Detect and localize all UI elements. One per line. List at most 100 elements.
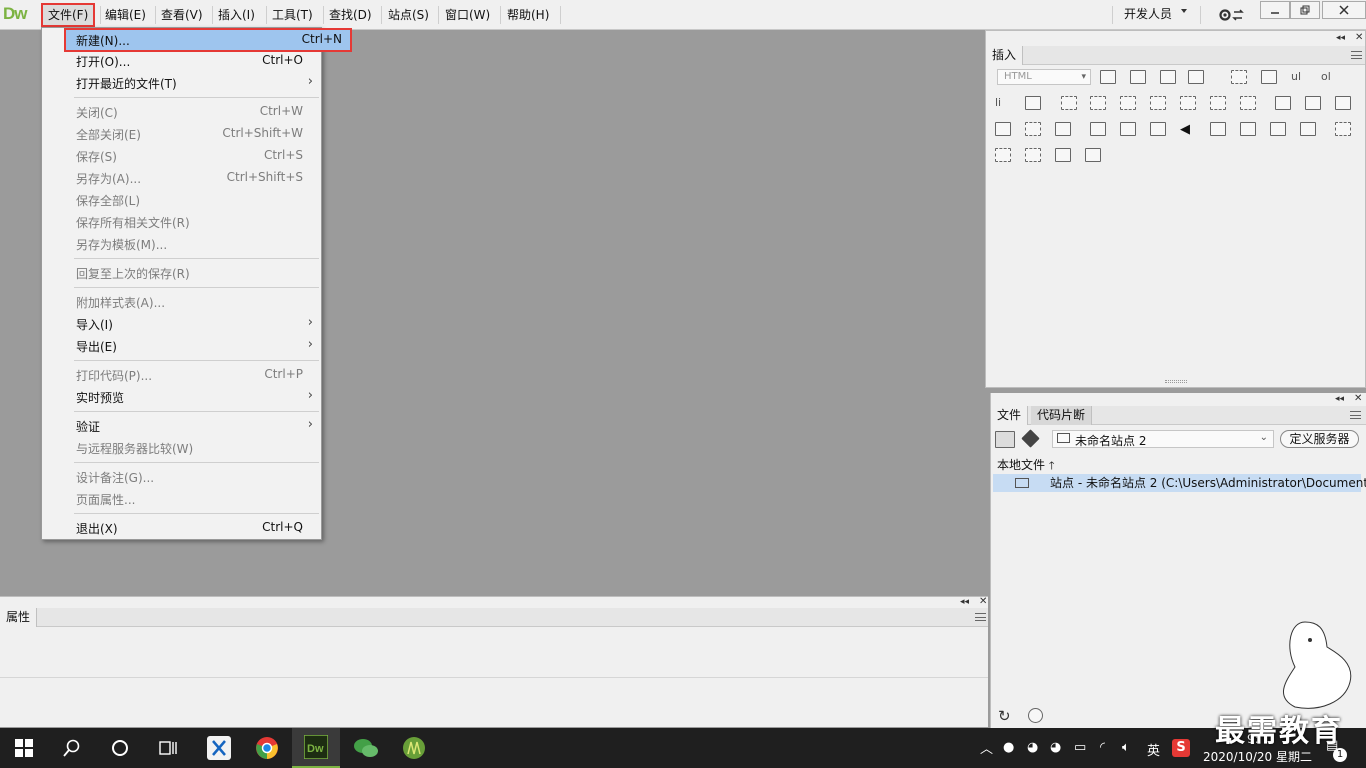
list-item-icon[interactable]: li	[995, 96, 1011, 110]
close-panel-icon[interactable]: ✕	[1354, 393, 1362, 404]
tab-snippets[interactable]: 代码片断	[1031, 406, 1093, 425]
edit-icon[interactable]	[1120, 122, 1136, 136]
collapse-panel-icon[interactable]: ◂◂	[960, 597, 969, 607]
menu-insert[interactable]: 插入(I)	[213, 5, 260, 25]
header-icon[interactable]	[1061, 96, 1077, 110]
image-icon[interactable]	[1130, 70, 1146, 84]
menu-item-export[interactable]: 导出(E) ›	[45, 335, 319, 357]
document-icon[interactable]	[1210, 122, 1226, 136]
cortana-button[interactable]	[96, 728, 144, 768]
menu-item-validate[interactable]: 验证 ›	[45, 415, 319, 437]
connect-server-icon[interactable]	[995, 431, 1015, 448]
menu-file[interactable]: 文件(F)	[40, 3, 96, 27]
site-root-row[interactable]: 站点 - 未命名站点 2 (C:\Users\Administrator\Doc…	[993, 474, 1366, 492]
cursor-icon[interactable]	[1300, 122, 1316, 136]
ordered-list-icon[interactable]: ol	[1321, 70, 1337, 84]
taskbar-app-dreamweaver[interactable]: Dw	[292, 728, 340, 768]
qq-icon[interactable]: ◕	[1027, 740, 1038, 755]
close-button[interactable]	[1322, 1, 1366, 19]
close-panel-icon[interactable]: ✕	[1355, 32, 1363, 43]
menu-site[interactable]: 站点(S)	[383, 5, 434, 25]
restore-button[interactable]	[1290, 1, 1320, 19]
volume-icon[interactable]: 🔈︎	[1122, 740, 1130, 755]
local-files-header[interactable]: 本地文件 🡑	[997, 456, 1055, 476]
iframe-icon[interactable]	[1090, 122, 1106, 136]
workspace-switcher[interactable]: 开发人员	[1124, 4, 1172, 24]
ime-indicator[interactable]: 英	[1147, 740, 1160, 759]
menu-window[interactable]: 窗口(W)	[440, 5, 495, 25]
tab-properties[interactable]: 属性	[0, 608, 38, 627]
tab-insert[interactable]: 插入	[986, 46, 1024, 65]
viewport-icon[interactable]	[1025, 122, 1041, 136]
figure-icon[interactable]	[1261, 70, 1277, 84]
globe-icon[interactable]	[1028, 708, 1043, 723]
paragraph-icon[interactable]	[1160, 70, 1176, 84]
canvas-icon[interactable]	[1240, 122, 1256, 136]
sogou-icon[interactable]: S	[1172, 739, 1190, 757]
wifi-icon[interactable]: ◜	[1100, 740, 1105, 755]
menu-item-new[interactable]: 新建(N)... Ctrl+N	[64, 28, 352, 52]
panel-menu-icon[interactable]	[1351, 51, 1362, 59]
resize-grip[interactable]	[1165, 380, 1187, 383]
start-button[interactable]	[0, 728, 48, 768]
menu-view[interactable]: 查看(V)	[156, 5, 208, 25]
download-icon[interactable]	[1055, 148, 1071, 162]
clock-date[interactable]: 2020/10/20 星期二	[1203, 748, 1312, 765]
gear-icon[interactable]	[1218, 6, 1246, 24]
div-icon[interactable]	[1335, 122, 1351, 136]
chevron-up-icon[interactable]: ︿	[980, 738, 993, 757]
tag-icon[interactable]	[1275, 96, 1291, 110]
collapse-panel-icon[interactable]: ◂◂	[1335, 394, 1344, 404]
file-icon[interactable]	[1150, 122, 1166, 136]
menu-item-import[interactable]: 导入(I) ›	[45, 313, 319, 335]
menu-item-recent[interactable]: 打开最近的文件(T) ›	[45, 72, 319, 94]
collapse-panel-icon[interactable]: ◂◂	[1336, 33, 1345, 43]
panel-menu-icon[interactable]	[1350, 411, 1361, 419]
refresh-icon[interactable]: ↻	[998, 707, 1011, 725]
aside-icon[interactable]	[1150, 96, 1166, 110]
site-select[interactable]: 未命名站点 2 ⌄	[1052, 430, 1274, 448]
audio-icon[interactable]: ◀	[1180, 122, 1196, 137]
search-button[interactable]	[48, 728, 96, 768]
wechat-tray-icon[interactable]: ●	[1003, 740, 1014, 755]
widget-icon[interactable]	[1085, 148, 1101, 162]
menu-item-exit[interactable]: 退出(X) Ctrl+Q	[45, 517, 319, 539]
calendar-icon[interactable]	[1025, 148, 1041, 162]
chevron-down-icon[interactable]	[1181, 9, 1187, 13]
close-panel-icon[interactable]: ✕	[979, 596, 987, 607]
code-insert-icon[interactable]	[1100, 70, 1116, 84]
key-icon[interactable]	[1305, 96, 1321, 110]
taskbar-app-chrome[interactable]	[243, 728, 291, 768]
menu-help[interactable]: 帮助(H)	[502, 5, 554, 25]
menu-find[interactable]: 查找(D)	[324, 5, 377, 25]
qq-icon[interactable]: ◕	[1050, 740, 1061, 755]
unordered-list-icon[interactable]: ul	[1291, 70, 1307, 84]
menu-item-open[interactable]: 打开(O)... Ctrl+O	[45, 50, 319, 72]
task-view-button[interactable]	[144, 728, 192, 768]
taskbar-app-generic[interactable]	[390, 728, 438, 768]
battery-icon[interactable]: ▭	[1074, 740, 1086, 755]
taskbar-app-xmind[interactable]	[195, 728, 243, 768]
panel-menu-icon[interactable]	[975, 613, 986, 621]
menu-edit[interactable]: 编辑(E)	[100, 5, 151, 25]
main-icon[interactable]	[1120, 96, 1136, 110]
table-icon[interactable]	[1231, 70, 1247, 84]
section-icon[interactable]	[1210, 96, 1226, 110]
comment-icon[interactable]	[1335, 96, 1351, 110]
layers-icon[interactable]	[1270, 122, 1286, 136]
taskbar-app-wechat[interactable]	[342, 728, 390, 768]
menu-item-live-preview[interactable]: 实时预览 ›	[45, 386, 319, 408]
minimize-button[interactable]	[1260, 1, 1290, 19]
footer-icon[interactable]	[1240, 96, 1256, 110]
tab-files[interactable]: 文件	[991, 406, 1029, 425]
heading-icon[interactable]	[1188, 70, 1204, 84]
hyperlink-icon[interactable]	[1025, 96, 1041, 110]
email-icon[interactable]	[1055, 122, 1071, 136]
define-server-button[interactable]: 定义服务器	[1280, 430, 1359, 448]
menu-tools[interactable]: 工具(T)	[267, 5, 318, 25]
grid-icon[interactable]	[995, 148, 1011, 162]
article-icon[interactable]	[1180, 96, 1196, 110]
monitor-icon[interactable]	[995, 122, 1011, 136]
insert-category-select[interactable]: HTML ▾	[997, 69, 1091, 85]
nav-icon[interactable]	[1090, 96, 1106, 110]
